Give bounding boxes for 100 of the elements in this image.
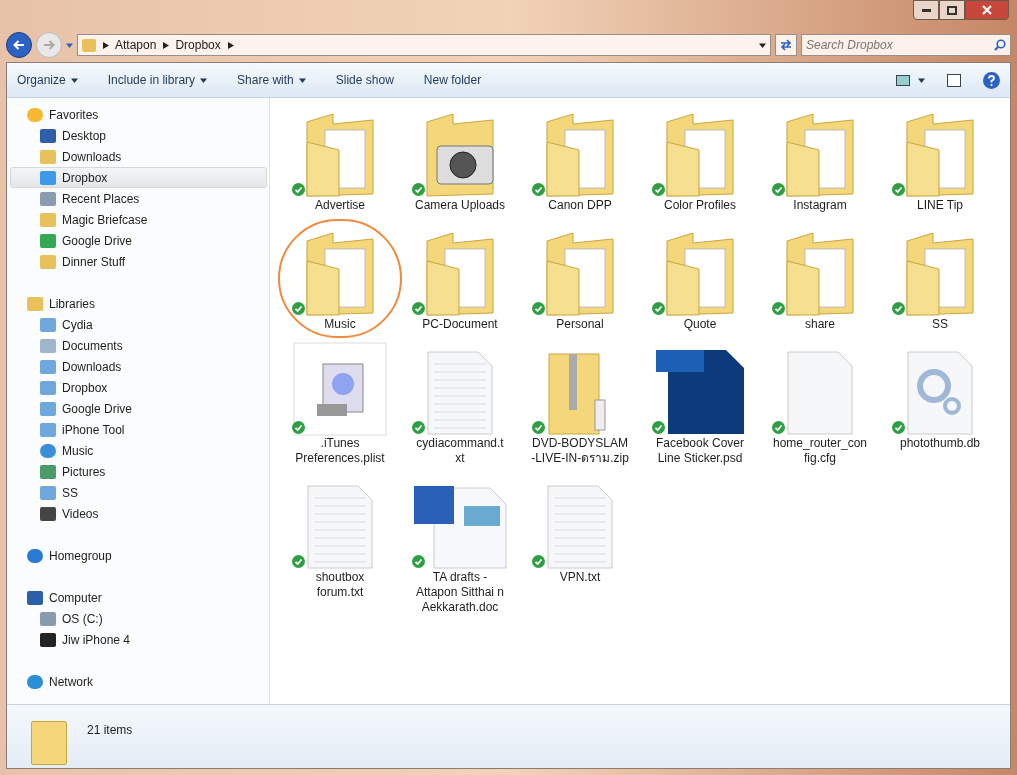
nav-item[interactable]: Google Drive [10,398,267,419]
sync-check-icon [412,421,425,434]
file-item[interactable]: share [760,221,880,336]
nav-item[interactable]: Dinner Stuff [10,251,267,272]
file-item[interactable]: TA drafts - Attapon Sitthai n Aekkarath.doc [400,474,520,619]
camera-folder-icon [423,112,497,198]
address-bar[interactable]: Attapon Dropbox [77,34,771,56]
chevron-icon [102,41,109,49]
file-item[interactable]: home_router_con fig.cfg [760,340,880,470]
nav-item[interactable]: Videos [10,503,267,524]
toolbar-button[interactable]: Organize [17,71,78,89]
file-item[interactable]: shoutbox forum.txt [280,474,400,619]
nav-item[interactable]: Dropbox [10,167,267,188]
file-item[interactable]: VPN.txt [520,474,640,619]
back-button[interactable] [6,32,32,58]
file-item[interactable]: Camera Uploads [400,102,520,217]
nav-icon [40,191,56,206]
nav-icon [40,464,56,479]
folder-icon [903,112,977,198]
nav-item[interactable]: Jiw iPhone 4 [10,629,267,650]
minimize-button[interactable] [913,0,939,20]
file-item[interactable]: LINE Tip [880,102,1000,217]
file-item[interactable]: photothumb.db [880,340,1000,470]
text-file-icon [546,484,614,570]
file-name: PC-Document [422,317,498,332]
file-item[interactable]: Quote [640,221,760,336]
nav-group[interactable]: Computer [7,587,267,608]
file-name: SS [932,317,948,332]
file-name: home_router_con fig.cfg [772,436,868,466]
nav-item[interactable]: OS (C:) [10,608,267,629]
nav-item[interactable]: Pictures [10,461,267,482]
file-name: Canon DPP [548,198,612,213]
sync-check-icon [652,183,665,196]
nav-group[interactable]: Libraries [7,293,267,314]
file-item[interactable]: DVD-BODYSLAM -LIVE-IN-ดราม.zip [520,340,640,470]
refresh-button[interactable] [775,34,797,56]
nav-item[interactable]: Magic Briefcase [10,209,267,230]
sync-check-icon [532,421,545,434]
sync-check-icon [292,183,305,196]
maximize-icon [947,5,957,15]
nav-icon [40,443,56,458]
caret-icon [918,76,925,84]
file-item[interactable]: Color Profiles [640,102,760,217]
file-name: LINE Tip [917,198,963,213]
file-item[interactable]: cydiacommand.t xt [400,340,520,470]
search-field[interactable]: Search Dropbox [801,34,1011,56]
view-icon [896,74,910,86]
sync-check-icon [892,302,905,315]
toolbar-button[interactable]: Share with [237,71,306,89]
nav-icon [40,149,56,164]
breadcrumb[interactable]: Attapon [115,36,157,54]
nav-icon [27,296,43,311]
nav-item[interactable]: Recent Places [10,188,267,209]
close-button[interactable] [965,0,1009,20]
file-name: Camera Uploads [414,198,505,213]
file-item[interactable]: PC-Document [400,221,520,336]
file-name: Instagram [793,198,847,213]
blank-file-icon [786,350,854,436]
file-item[interactable]: Music [280,221,400,336]
nav-item[interactable]: Documents [10,335,267,356]
file-item[interactable]: Advertise [280,102,400,217]
nav-icon [40,212,56,227]
nav-item[interactable]: Desktop [10,125,267,146]
sync-check-icon [412,183,425,196]
sync-check-icon [532,183,545,196]
gears-file-icon [906,350,974,436]
file-item[interactable]: Instagram [760,102,880,217]
nav-icon [40,422,56,437]
breadcrumb[interactable]: Dropbox [175,36,221,54]
toolbar-button[interactable]: New folder [423,71,482,89]
nav-item[interactable]: SS [10,482,267,503]
nav-group[interactable]: Network [7,671,267,692]
chevron-icon [226,41,234,49]
search-icon [994,39,1006,51]
file-name: TA drafts - Attapon Sitthai n Aekkarath.doc [415,570,505,615]
file-item[interactable]: Facebook Cover Line Sticker.psd [640,340,760,470]
file-item[interactable]: SS [880,221,1000,336]
nav-icon [40,485,56,500]
nav-icon [40,611,56,626]
nav-item[interactable]: Music [10,440,267,461]
nav-item[interactable]: iPhone Tool [10,419,267,440]
folder-icon [543,231,617,317]
file-item[interactable]: Canon DPP [520,102,640,217]
nav-group[interactable]: Favorites [7,104,267,125]
file-name: DVD-BODYSLAM -LIVE-IN-ดราม.zip [531,436,629,466]
nav-item[interactable]: Dropbox [10,377,267,398]
sync-check-icon [892,183,905,196]
folder-icon [303,112,377,198]
file-name: .iTunes Preferences.plist [295,436,385,466]
toolbar-button[interactable]: Slide show [335,71,394,89]
nav-item[interactable]: Google Drive [10,230,267,251]
maximize-button[interactable] [939,0,965,20]
nav-group[interactable]: Homegroup [7,545,267,566]
toolbar-button[interactable]: Include in library [107,71,208,89]
nav-item[interactable]: Downloads [10,146,267,167]
nav-item[interactable]: Downloads [10,356,267,377]
file-item[interactable]: .iTunes Preferences.plist [280,340,400,470]
nav-item[interactable]: Cydia [10,314,267,335]
sync-check-icon [652,421,665,434]
file-item[interactable]: Personal [520,221,640,336]
